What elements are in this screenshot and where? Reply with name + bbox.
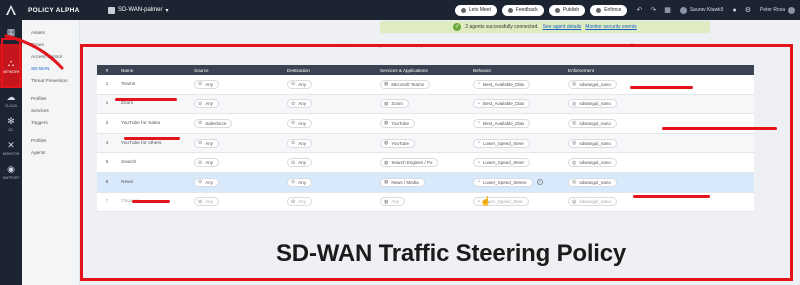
chevron-down-icon: ▾	[165, 7, 169, 14]
subnav-item-assets[interactable]: Assets	[22, 27, 79, 39]
enforce-icon	[596, 7, 602, 13]
marker-youtube-name	[124, 137, 180, 140]
highlight-frame	[80, 44, 793, 281]
sub-nav: Assets Zones Access Control SD-WAN Threa…	[22, 20, 80, 285]
subnav-item-triggers[interactable]: Triggers	[22, 117, 79, 129]
publish-label: Publish	[562, 7, 580, 13]
user-name: Saurav Ktawk9	[689, 7, 724, 13]
marker-teams-name	[115, 98, 177, 101]
feedback-button[interactable]: Feedback	[501, 4, 544, 16]
notification-text: 2 agents successfully connected.	[465, 24, 539, 30]
rail-item-monitor[interactable]: ✕ MONITOR	[0, 136, 22, 160]
user-name-secondary: Peter Rosa	[759, 7, 785, 13]
support-icon: ◉	[7, 163, 15, 174]
feedback-icon	[507, 7, 513, 13]
check-icon: ✓	[453, 23, 462, 31]
rail-label-monitor: MONITOR	[2, 151, 20, 156]
enforce-label: Enforce	[604, 7, 622, 13]
subnav-item-zones[interactable]: Zones	[22, 39, 79, 51]
feedback-label: Feedback	[515, 7, 538, 13]
subnav-item-services[interactable]: Services	[22, 105, 79, 117]
redo-icon[interactable]: ↷	[650, 6, 656, 14]
project-name: SD-WAN-palmer	[118, 7, 163, 13]
undo-icon[interactable]: ↶	[636, 6, 642, 14]
rail-label-cloud: CLOUD	[4, 103, 18, 108]
agent-details-link[interactable]: See agent details	[543, 24, 582, 30]
lets-meet-button[interactable]: Lets Meet	[454, 4, 497, 16]
marker-news-enf	[633, 195, 710, 198]
grid-icon: ▦	[6, 26, 16, 37]
monitor-icon: ✕	[7, 139, 15, 150]
rail-label-dc: DC	[8, 127, 14, 132]
cloud-icon: ☁	[6, 91, 16, 102]
rail-item-cloud[interactable]: ☁ CLOUD	[0, 88, 22, 112]
snowflake-icon: ✻	[7, 115, 15, 126]
publish-button[interactable]: Publish	[548, 4, 586, 16]
app-title: POLICY ALPHA	[28, 6, 80, 14]
notification-banner: ✓ 2 agents successfully connected. See a…	[380, 21, 710, 33]
user-menu-primary[interactable]: Saurav Ktawk9	[679, 6, 724, 14]
enforce-button[interactable]: Enforce	[590, 4, 628, 16]
lets-meet-label: Lets Meet	[468, 7, 491, 13]
top-bar: POLICY ALPHA SD-WAN-palmer ▾ Lets Meet F…	[0, 0, 800, 20]
meet-icon	[460, 7, 466, 13]
mouse-cursor-icon: ☝	[480, 196, 492, 206]
avatar	[679, 6, 687, 14]
project-selector[interactable]: SD-WAN-palmer ▾	[108, 6, 169, 14]
monitor-events-link[interactable]: Monitor security events	[585, 24, 636, 30]
marker-teams-enf	[630, 86, 693, 89]
project-icon	[108, 6, 115, 14]
publish-icon	[554, 7, 560, 13]
marker-news-name	[132, 200, 170, 203]
logo-icon[interactable]	[0, 0, 22, 20]
rail-item-dc[interactable]: ✻ DC	[0, 112, 22, 136]
subnav-item-threat-prevention[interactable]: Threat Prevention	[22, 75, 79, 87]
avatar-secondary	[788, 6, 795, 14]
subnav-item-agents[interactable]: Agents	[22, 147, 79, 159]
settings-icon[interactable]: ⚙	[745, 6, 751, 14]
rail-item-support[interactable]: ◉ SUPPORT	[0, 160, 22, 184]
subnav-item-profiles-2[interactable]: Profiles	[22, 135, 79, 147]
highlight-rail-box	[1, 38, 21, 88]
grid-apps-icon[interactable]: ▦	[664, 6, 671, 14]
user-menu-secondary[interactable]: Peter Rosa	[759, 6, 795, 14]
bell-icon[interactable]: ●	[732, 7, 736, 14]
subnav-item-profiles[interactable]: Profiles	[22, 93, 79, 105]
subnav-item-sd-wan[interactable]: SD-WAN	[22, 63, 79, 75]
marker-youtube-enf	[662, 127, 777, 130]
rail-label-support: SUPPORT	[2, 175, 20, 180]
subnav-item-access-control[interactable]: Access Control	[22, 51, 79, 63]
